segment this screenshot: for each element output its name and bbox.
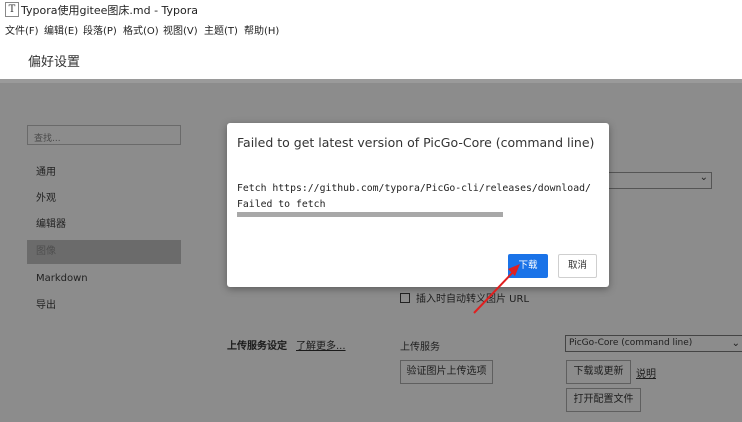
annotation-arrow-icon	[473, 264, 520, 314]
